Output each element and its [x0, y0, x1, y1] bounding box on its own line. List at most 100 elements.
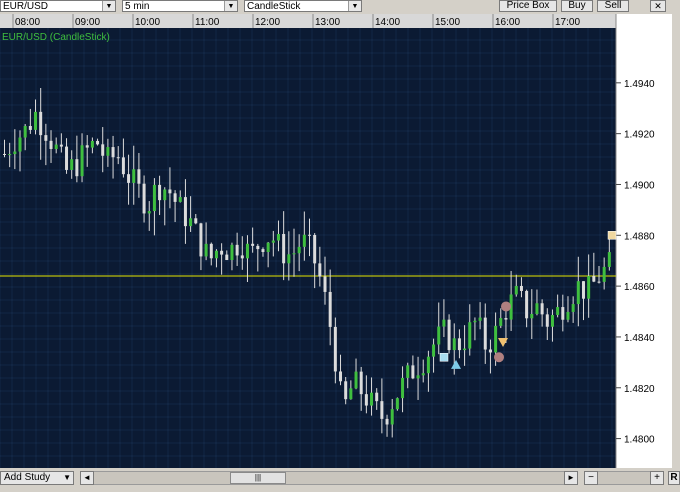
candle-body — [437, 326, 441, 345]
candle-body — [44, 135, 48, 141]
candle-body — [370, 392, 374, 406]
candle-body — [132, 169, 136, 183]
candle-body — [545, 314, 549, 327]
scroll-right-button[interactable]: ► — [564, 471, 578, 485]
candle-body — [34, 111, 38, 130]
candle-body — [18, 137, 22, 152]
candle-body — [504, 318, 508, 320]
price-tick-label: 1.4800 — [624, 435, 655, 446]
candle-body — [49, 140, 53, 149]
candle-body — [137, 169, 141, 184]
candle-body — [442, 319, 446, 327]
candle-body — [411, 365, 415, 379]
candle-body — [426, 356, 430, 374]
candle-body — [359, 371, 363, 395]
zoom-slider-track[interactable] — [598, 471, 650, 485]
trade-marker-square — [607, 231, 617, 240]
candle-body — [344, 381, 348, 400]
symbol-dropdown[interactable]: EUR/USD ▼ — [0, 0, 116, 12]
add-study-button[interactable]: Add Study ▼ — [0, 471, 74, 485]
candle-body — [576, 281, 580, 305]
candle-body — [308, 234, 311, 236]
candle-body — [39, 111, 43, 136]
time-tick-label: 10:00 — [135, 17, 160, 28]
candle-body — [364, 394, 368, 406]
candle-body — [380, 401, 384, 419]
candle-body — [158, 184, 162, 201]
top-toolbar: EUR/USD ▼ 5 min ▼ CandleStick ▼ Price Bo… — [0, 0, 680, 14]
chevron-down-icon[interactable]: ▼ — [348, 1, 361, 11]
candle-body — [121, 157, 125, 175]
candle-body — [142, 183, 146, 214]
candle-body — [251, 243, 255, 246]
scroll-left-button[interactable]: ◄ — [80, 471, 94, 485]
price-tick-label: 1.4880 — [624, 231, 655, 242]
candle-body — [194, 218, 198, 224]
time-tick-label: 12:00 — [255, 17, 280, 28]
price-tick-label: 1.4860 — [624, 282, 655, 293]
candle-body — [478, 317, 482, 321]
candle-body — [323, 276, 327, 292]
candle-body — [318, 263, 322, 277]
interval-dropdown[interactable]: 5 min ▼ — [122, 0, 238, 12]
time-tick-label: 15:00 — [435, 17, 460, 28]
candle-body — [535, 303, 539, 314]
candle-body — [292, 253, 296, 255]
candle-body — [85, 145, 89, 148]
candle-body — [525, 290, 529, 319]
candle-body — [432, 344, 436, 357]
price-tick-label: 1.4840 — [624, 333, 655, 344]
interval-dropdown-value: 5 min — [125, 1, 150, 12]
candle-body — [8, 154, 12, 156]
candle-body — [530, 313, 534, 319]
candle-body — [556, 307, 560, 315]
candle-body — [607, 252, 611, 267]
candle-body — [75, 159, 79, 177]
candle-body — [457, 338, 461, 351]
candle-body — [147, 211, 151, 214]
chart-area[interactable]: 08:00 09:00 10:00 11:00 12:00 13:00 14:00 15:00… — [0, 14, 680, 468]
reset-button[interactable]: R — [668, 471, 680, 485]
zoom-in-button[interactable]: + — [650, 471, 664, 485]
candle-body — [90, 140, 94, 148]
candle-body — [519, 285, 523, 291]
candle-body — [401, 377, 405, 399]
candle-body — [3, 153, 6, 155]
sell-button[interactable]: Sell — [597, 0, 629, 12]
candlestick-chart[interactable]: 08:00 09:00 10:00 11:00 12:00 13:00 14:00 15:00… — [0, 14, 680, 468]
candle-body — [339, 371, 343, 382]
chevron-down-icon[interactable]: ▼ — [224, 1, 237, 11]
horizontal-scrollbar-track[interactable]: ||| — [94, 471, 564, 485]
candle-body — [592, 276, 596, 282]
candle-body — [390, 409, 394, 425]
close-icon[interactable]: ✕ — [650, 0, 666, 12]
candle-body — [235, 244, 239, 256]
trade-marker-square — [439, 353, 449, 362]
candle-body — [152, 184, 156, 212]
candle-body — [96, 140, 100, 145]
candle-body — [256, 245, 260, 250]
symbol-dropdown-value: EUR/USD — [3, 1, 49, 12]
candle-body — [199, 223, 203, 257]
candle-body — [406, 365, 410, 378]
chart-style-dropdown[interactable]: CandleStick ▼ — [244, 0, 362, 12]
trade-marker-circle — [494, 352, 504, 363]
candle-body — [80, 145, 84, 177]
candle-body — [561, 307, 565, 320]
candle-body — [395, 398, 399, 410]
price-tick-label: 1.4820 — [624, 384, 655, 395]
time-tick-label: 11:00 — [195, 17, 220, 28]
chart-style-dropdown-value: CandleStick — [247, 1, 301, 12]
buy-button[interactable]: Buy — [561, 0, 593, 12]
candle-body — [499, 318, 503, 326]
scrollbar-thumb[interactable]: ||| — [230, 472, 286, 484]
price-tick-label: 1.4940 — [624, 79, 655, 90]
chevron-down-icon[interactable]: ▼ — [63, 472, 71, 484]
candle-body — [65, 146, 69, 170]
price-box-button[interactable]: Price Box — [499, 0, 557, 12]
candle-body — [116, 157, 120, 159]
candle-body — [587, 276, 591, 299]
chevron-down-icon[interactable]: ▼ — [102, 1, 115, 11]
zoom-out-button[interactable]: − — [584, 471, 598, 485]
candle-body — [468, 322, 472, 349]
